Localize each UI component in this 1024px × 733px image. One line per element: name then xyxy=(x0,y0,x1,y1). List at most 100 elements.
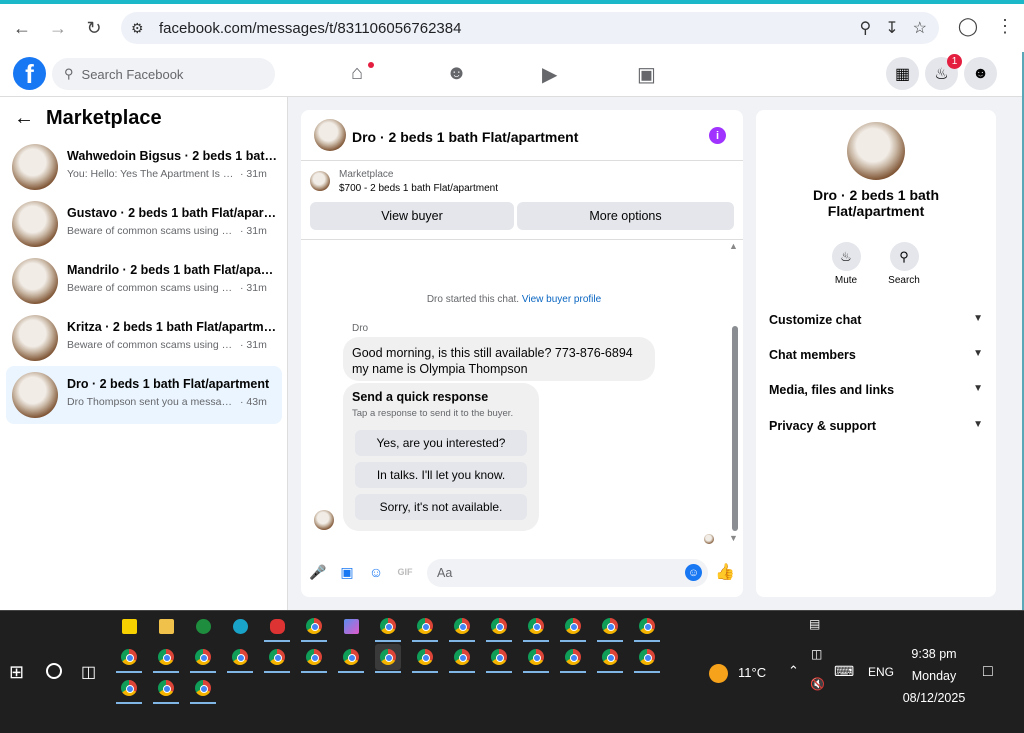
media-files-links-section[interactable]: Media, files and links ▼ xyxy=(769,383,983,397)
notifications-chat-icon[interactable]: □ xyxy=(983,663,993,681)
chrome-icon[interactable] xyxy=(597,644,623,673)
menu-grid-icon[interactable]: ▦ xyxy=(886,57,919,90)
mute-button[interactable]: ♨ Mute xyxy=(826,242,866,286)
search-icon[interactable] xyxy=(46,663,62,679)
listing-price[interactable]: $700 - 2 beds 1 bath Flat/apartment xyxy=(339,183,498,194)
home-icon[interactable]: ⌂ xyxy=(351,62,363,85)
chrome-icon[interactable] xyxy=(116,675,142,704)
site-settings-icon[interactable]: ⚙ xyxy=(131,20,151,37)
video-icon[interactable]: ▶ xyxy=(542,62,557,87)
quick-response-sorry-button[interactable]: Sorry, it's not available. xyxy=(355,494,527,520)
avatar[interactable] xyxy=(314,119,346,151)
view-buyer-profile-link[interactable]: View buyer profile xyxy=(522,294,601,305)
quick-response-talks-button[interactable]: In talks. I'll let you know. xyxy=(355,462,527,488)
marketplace-icon[interactable]: ▣ xyxy=(637,62,656,87)
chrome-icon-active[interactable] xyxy=(375,644,401,673)
more-options-button[interactable]: More options xyxy=(517,202,734,230)
listing-thumbnail[interactable] xyxy=(310,171,330,191)
language-indicator[interactable]: ENG xyxy=(868,665,894,679)
network-icon[interactable]: ▤ xyxy=(809,617,820,631)
microphone-icon[interactable]: 🎤 xyxy=(309,564,326,580)
conversation-item[interactable]: Wahwedoin Bigsus · 2 beds 1 bath ... You… xyxy=(6,138,282,196)
chevron-up-icon[interactable]: ⌃ xyxy=(788,663,799,679)
account-avatar[interactable]: ☻ xyxy=(964,57,997,90)
chrome-icon[interactable] xyxy=(449,613,475,642)
chrome-icon[interactable] xyxy=(412,644,438,673)
chrome-icon[interactable] xyxy=(301,613,327,642)
conversation-item[interactable]: Kritza · 2 beds 1 bath Flat/apartment Be… xyxy=(6,309,282,367)
chrome-icon[interactable] xyxy=(560,644,586,673)
chat-title[interactable]: Dro · 2 beds 1 bath Flat/apartment xyxy=(352,129,578,145)
task-view-icon[interactable]: ◫ xyxy=(81,662,96,682)
chrome-icon[interactable] xyxy=(153,675,179,704)
scroll-up-arrow-icon[interactable]: ▲ xyxy=(729,241,738,251)
message-input[interactable]: Aa xyxy=(427,559,708,587)
weather-sun-icon[interactable] xyxy=(709,664,728,683)
chrome-icon[interactable] xyxy=(412,613,438,642)
install-icon[interactable]: ↧ xyxy=(885,18,898,38)
customize-chat-section[interactable]: Customize chat ▼ xyxy=(769,313,983,327)
forward-arrow-icon[interactable]: → xyxy=(44,14,72,42)
chrome-icon[interactable] xyxy=(634,613,660,642)
view-buyer-button[interactable]: View buyer xyxy=(310,202,514,230)
conversation-item[interactable]: Gustavo · 2 beds 1 bath Flat/apart... Be… xyxy=(6,195,282,253)
thumbs-up-icon[interactable]: 👍 xyxy=(715,564,735,581)
friends-icon[interactable]: ☻ xyxy=(446,62,467,85)
edge-icon[interactable] xyxy=(227,613,253,639)
privacy-support-section[interactable]: Privacy & support ▼ xyxy=(769,419,983,433)
chrome-icon[interactable] xyxy=(338,644,364,673)
back-arrow-icon[interactable]: ← xyxy=(14,107,34,130)
weather-temperature[interactable]: 11°C xyxy=(738,665,766,680)
back-arrow-icon[interactable]: ← xyxy=(8,14,36,42)
search-facebook-input[interactable]: ⚲ Search Facebook xyxy=(52,58,275,90)
windows-start-icon[interactable]: ⊞ xyxy=(9,662,24,683)
volume-muted-icon[interactable]: 🔇 xyxy=(810,677,825,691)
chrome-icon[interactable] xyxy=(597,613,623,642)
emoji-icon[interactable]: ☺ xyxy=(685,564,702,581)
facebook-logo[interactable]: f xyxy=(13,57,46,90)
chrome-icon[interactable] xyxy=(264,644,290,673)
bookmark-star-icon[interactable]: ☆ xyxy=(913,18,927,38)
sticker-icon[interactable]: ☺ xyxy=(368,564,384,580)
device-icon[interactable]: ◫ xyxy=(811,647,822,661)
app-icon[interactable] xyxy=(190,613,216,639)
chrome-icon[interactable] xyxy=(486,613,512,642)
chat-members-section[interactable]: Chat members ▼ xyxy=(769,348,983,362)
chrome-icon[interactable] xyxy=(116,644,142,673)
quick-response-yes-button[interactable]: Yes, are you interested? xyxy=(355,430,527,456)
scrollbar-thumb[interactable] xyxy=(732,326,738,531)
app-icon[interactable] xyxy=(264,613,290,642)
conversation-item[interactable]: Mandrilo · 2 beds 1 bath Flat/apart... B… xyxy=(6,252,282,310)
file-explorer-icon[interactable] xyxy=(153,613,179,639)
clock[interactable]: 9:38 pm Monday 08/12/2025 xyxy=(896,643,972,709)
chrome-icon[interactable] xyxy=(523,613,549,642)
chrome-icon[interactable] xyxy=(634,644,660,673)
chrome-icon[interactable] xyxy=(301,644,327,673)
profile-icon[interactable]: ◯ xyxy=(958,16,978,37)
sticky-notes-icon[interactable] xyxy=(116,613,142,639)
chrome-icon[interactable] xyxy=(523,644,549,673)
copilot-icon[interactable] xyxy=(338,613,364,639)
chrome-icon[interactable] xyxy=(190,675,216,704)
gif-icon[interactable]: GIF xyxy=(397,564,413,580)
info-icon[interactable]: i xyxy=(709,127,726,144)
reload-icon[interactable]: ↻ xyxy=(80,14,108,42)
chrome-icon[interactable] xyxy=(560,613,586,642)
keyboard-icon[interactable]: ⌨ xyxy=(834,663,854,680)
url-text[interactable]: facebook.com/messages/t/831106056762384 xyxy=(159,20,461,37)
zoom-icon[interactable]: ⚲ xyxy=(860,18,872,38)
message-bubble[interactable]: Good morning, is this still available? 7… xyxy=(343,337,655,381)
conversation-item-active[interactable]: Dro · 2 beds 1 bath Flat/apartment Dro T… xyxy=(6,366,282,424)
search-conversation-button[interactable]: ⚲ Search xyxy=(884,242,924,286)
photo-icon[interactable]: ▣ xyxy=(339,564,355,580)
sender-avatar[interactable] xyxy=(314,510,334,530)
scroll-down-arrow-icon[interactable]: ▼ xyxy=(729,533,738,543)
address-bar[interactable]: ⚙ facebook.com/messages/t/83110605676238… xyxy=(121,12,939,44)
chrome-icon[interactable] xyxy=(227,644,253,673)
chrome-icon[interactable] xyxy=(486,644,512,673)
chrome-icon[interactable] xyxy=(190,644,216,673)
chrome-icon[interactable] xyxy=(375,613,401,642)
menu-kebab-icon[interactable]: ⋮ xyxy=(996,16,1014,37)
chrome-icon[interactable] xyxy=(153,644,179,673)
chrome-icon[interactable] xyxy=(449,644,475,673)
